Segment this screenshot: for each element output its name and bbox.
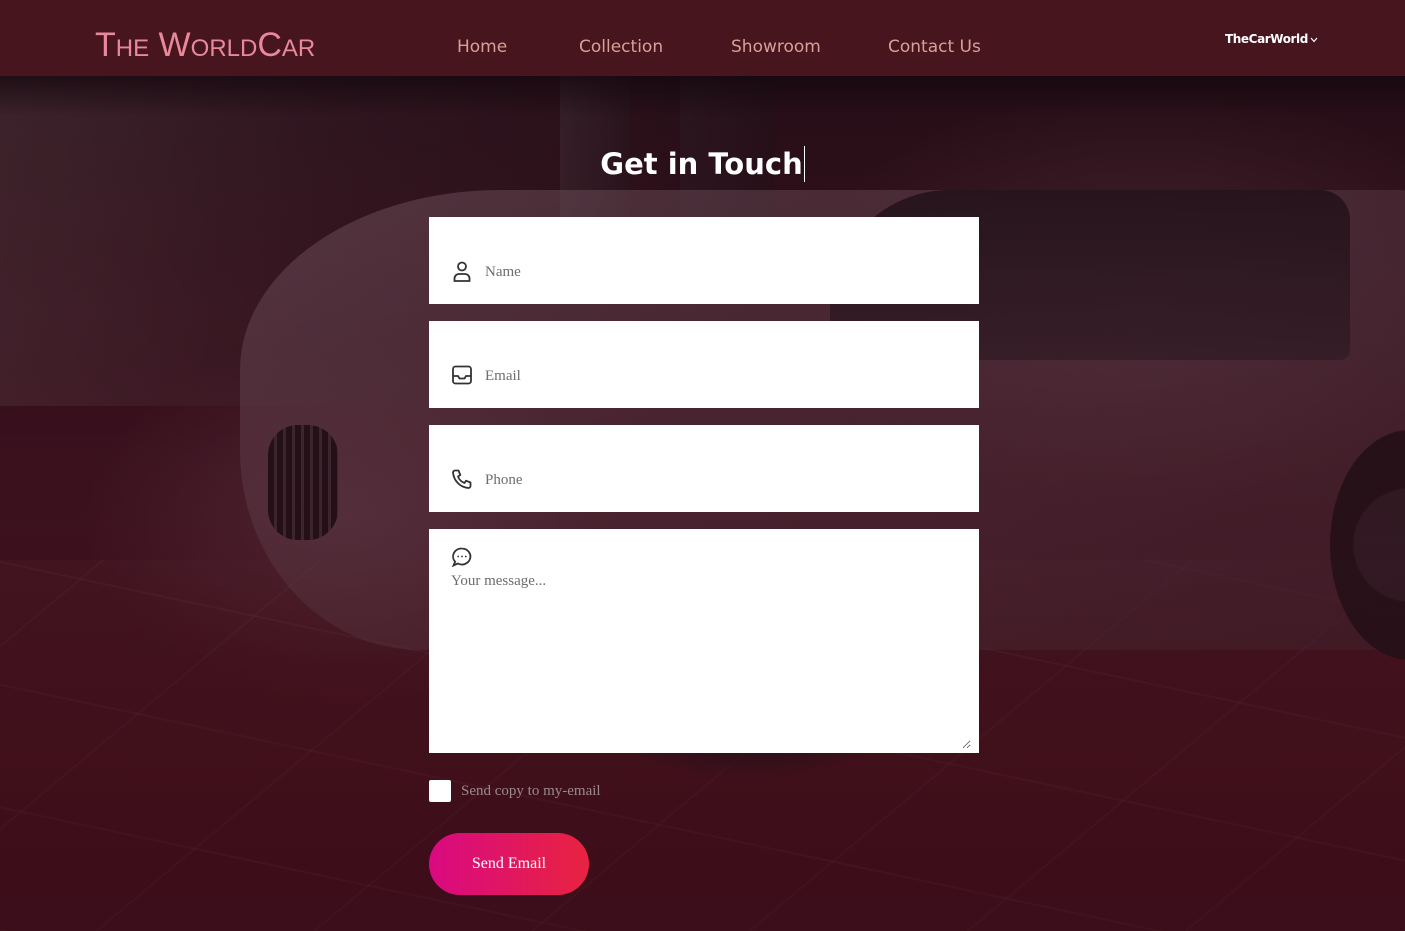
send-copy-option[interactable]: Send copy to my-email [429,780,601,802]
chat-bubble-icon [451,546,473,568]
site-logo[interactable]: The WorldCar [95,28,315,67]
phone-input[interactable] [485,467,945,493]
nav-home[interactable]: Home [457,37,507,57]
name-field-container [429,217,979,304]
send-email-button[interactable]: Send Email [429,833,589,895]
send-copy-checkbox[interactable] [429,780,451,802]
phone-field-container [429,425,979,512]
message-textarea[interactable] [451,573,971,749]
nav-showroom[interactable]: Showroom [731,37,821,57]
site-header: The WorldCar Home Collection Showroom Co… [0,0,1405,76]
page-title: Get in Touch [600,146,805,182]
email-field-container [429,321,979,408]
nav-collection[interactable]: Collection [579,37,663,57]
user-icon [451,260,473,282]
email-input[interactable] [485,363,945,389]
inbox-icon [451,364,473,386]
account-menu[interactable]: TheCarWorld [1225,32,1318,46]
chevron-down-icon [1310,36,1318,45]
nav-contact-us[interactable]: Contact Us [888,37,981,57]
name-input[interactable] [485,259,945,285]
message-field-container [429,529,979,753]
phone-icon [451,468,473,490]
account-label: TheCarWorld [1225,32,1308,46]
send-copy-label: Send copy to my-email [461,782,601,799]
text-caret [803,146,805,182]
